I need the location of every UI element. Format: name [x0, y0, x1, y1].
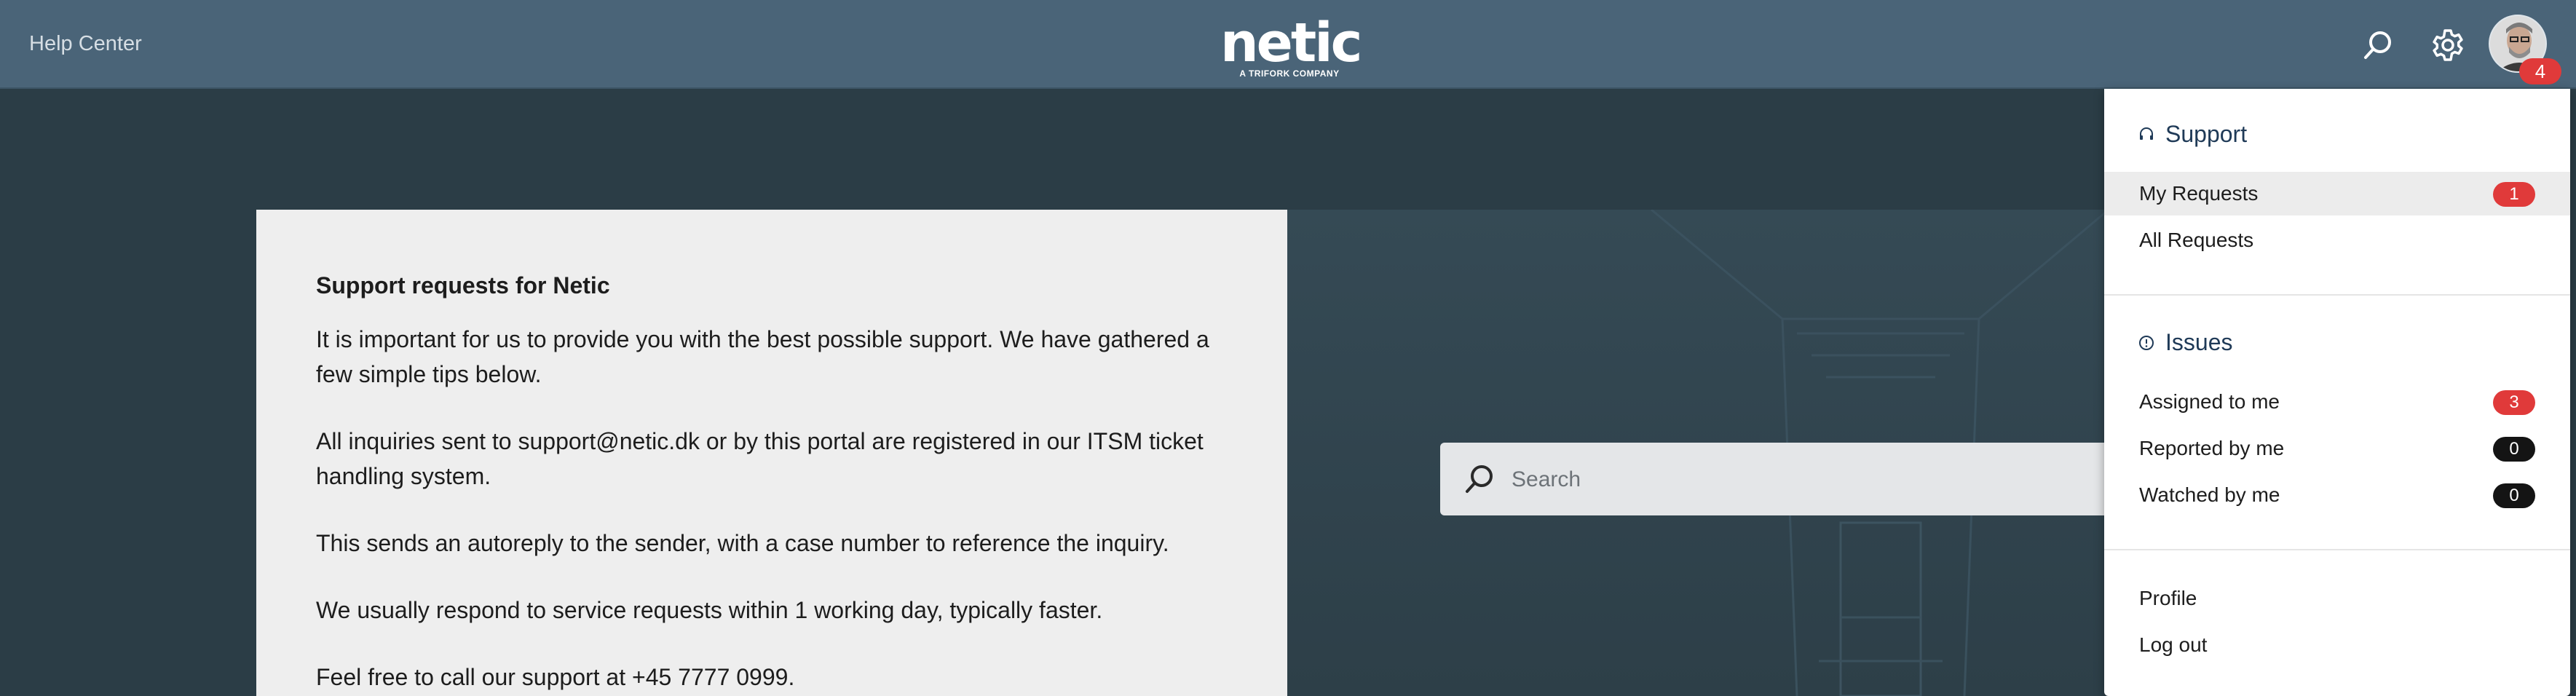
menu-item-profile[interactable]: Profile: [2104, 577, 2570, 620]
netic-logo[interactable]: netic A TRIFORK COMPANY: [1220, 12, 1362, 79]
menu-item-my-requests[interactable]: My Requests 1: [2104, 172, 2570, 215]
logo-tagline: A TRIFORK COMPANY: [1239, 68, 1340, 79]
search-icon: [1466, 465, 1493, 493]
info-circle-icon: [2139, 335, 2154, 350]
logo-wordmark: netic: [1220, 12, 1362, 74]
gear-icon[interactable]: [2430, 28, 2465, 63]
notification-badge: 4: [2519, 58, 2561, 84]
card-paragraph-2: All inquiries sent to support@netic.dk o…: [316, 428, 1204, 489]
all-requests-label: All Requests: [2139, 229, 2254, 251]
card-paragraph-3: This sends an autoreply to the sender, w…: [316, 530, 1169, 556]
menu-item-all-requests[interactable]: All Requests: [2104, 218, 2570, 262]
card-title: Support requests for Netic: [316, 272, 610, 298]
issues-heading-label: Issues: [2165, 329, 2233, 355]
user-menu-dropdown: Support My Requests 1 All Requests Issue…: [2104, 89, 2570, 696]
issues-section-heading: Issues: [2138, 329, 2232, 356]
card-paragraph-4: We usually respond to service requests w…: [316, 597, 1103, 623]
card-paragraph-5: Feel free to call our support at +45 777…: [316, 664, 795, 690]
help-center-link[interactable]: Help Center: [29, 32, 142, 56]
reported-label: Reported by me: [2139, 437, 2285, 459]
my-requests-label: My Requests: [2139, 182, 2259, 205]
my-requests-count-badge: 1: [2493, 182, 2535, 207]
search-input[interactable]: [1510, 462, 2095, 498]
menu-divider: [2104, 294, 2570, 296]
menu-item-assigned-to-me[interactable]: Assigned to me 3: [2104, 380, 2570, 424]
support-section-heading: Support: [2138, 121, 2247, 148]
card-paragraph-1: It is important for us to provide you wi…: [316, 326, 1209, 387]
menu-divider: [2104, 549, 2570, 550]
profile-label: Profile: [2139, 587, 2197, 609]
search-icon[interactable]: [2360, 28, 2395, 63]
watched-count-badge: 0: [2493, 483, 2535, 508]
top-header: Help Center netic A TRIFORK COMPANY 4: [0, 0, 2576, 89]
support-info-card: Support requests for Netic It is importa…: [256, 210, 1287, 696]
menu-item-watched-by-me[interactable]: Watched by me 0: [2104, 473, 2570, 517]
reported-count-badge: 0: [2493, 437, 2535, 462]
assigned-label: Assigned to me: [2139, 390, 2280, 413]
logout-label: Log out: [2139, 633, 2208, 656]
menu-item-log-out[interactable]: Log out: [2104, 623, 2570, 667]
watched-label: Watched by me: [2139, 483, 2280, 506]
assigned-count-badge: 3: [2493, 390, 2535, 415]
menu-item-reported-by-me[interactable]: Reported by me 0: [2104, 427, 2570, 470]
support-heading-label: Support: [2165, 121, 2248, 147]
search-bar: [1440, 443, 2139, 515]
headset-icon: [2140, 127, 2153, 140]
